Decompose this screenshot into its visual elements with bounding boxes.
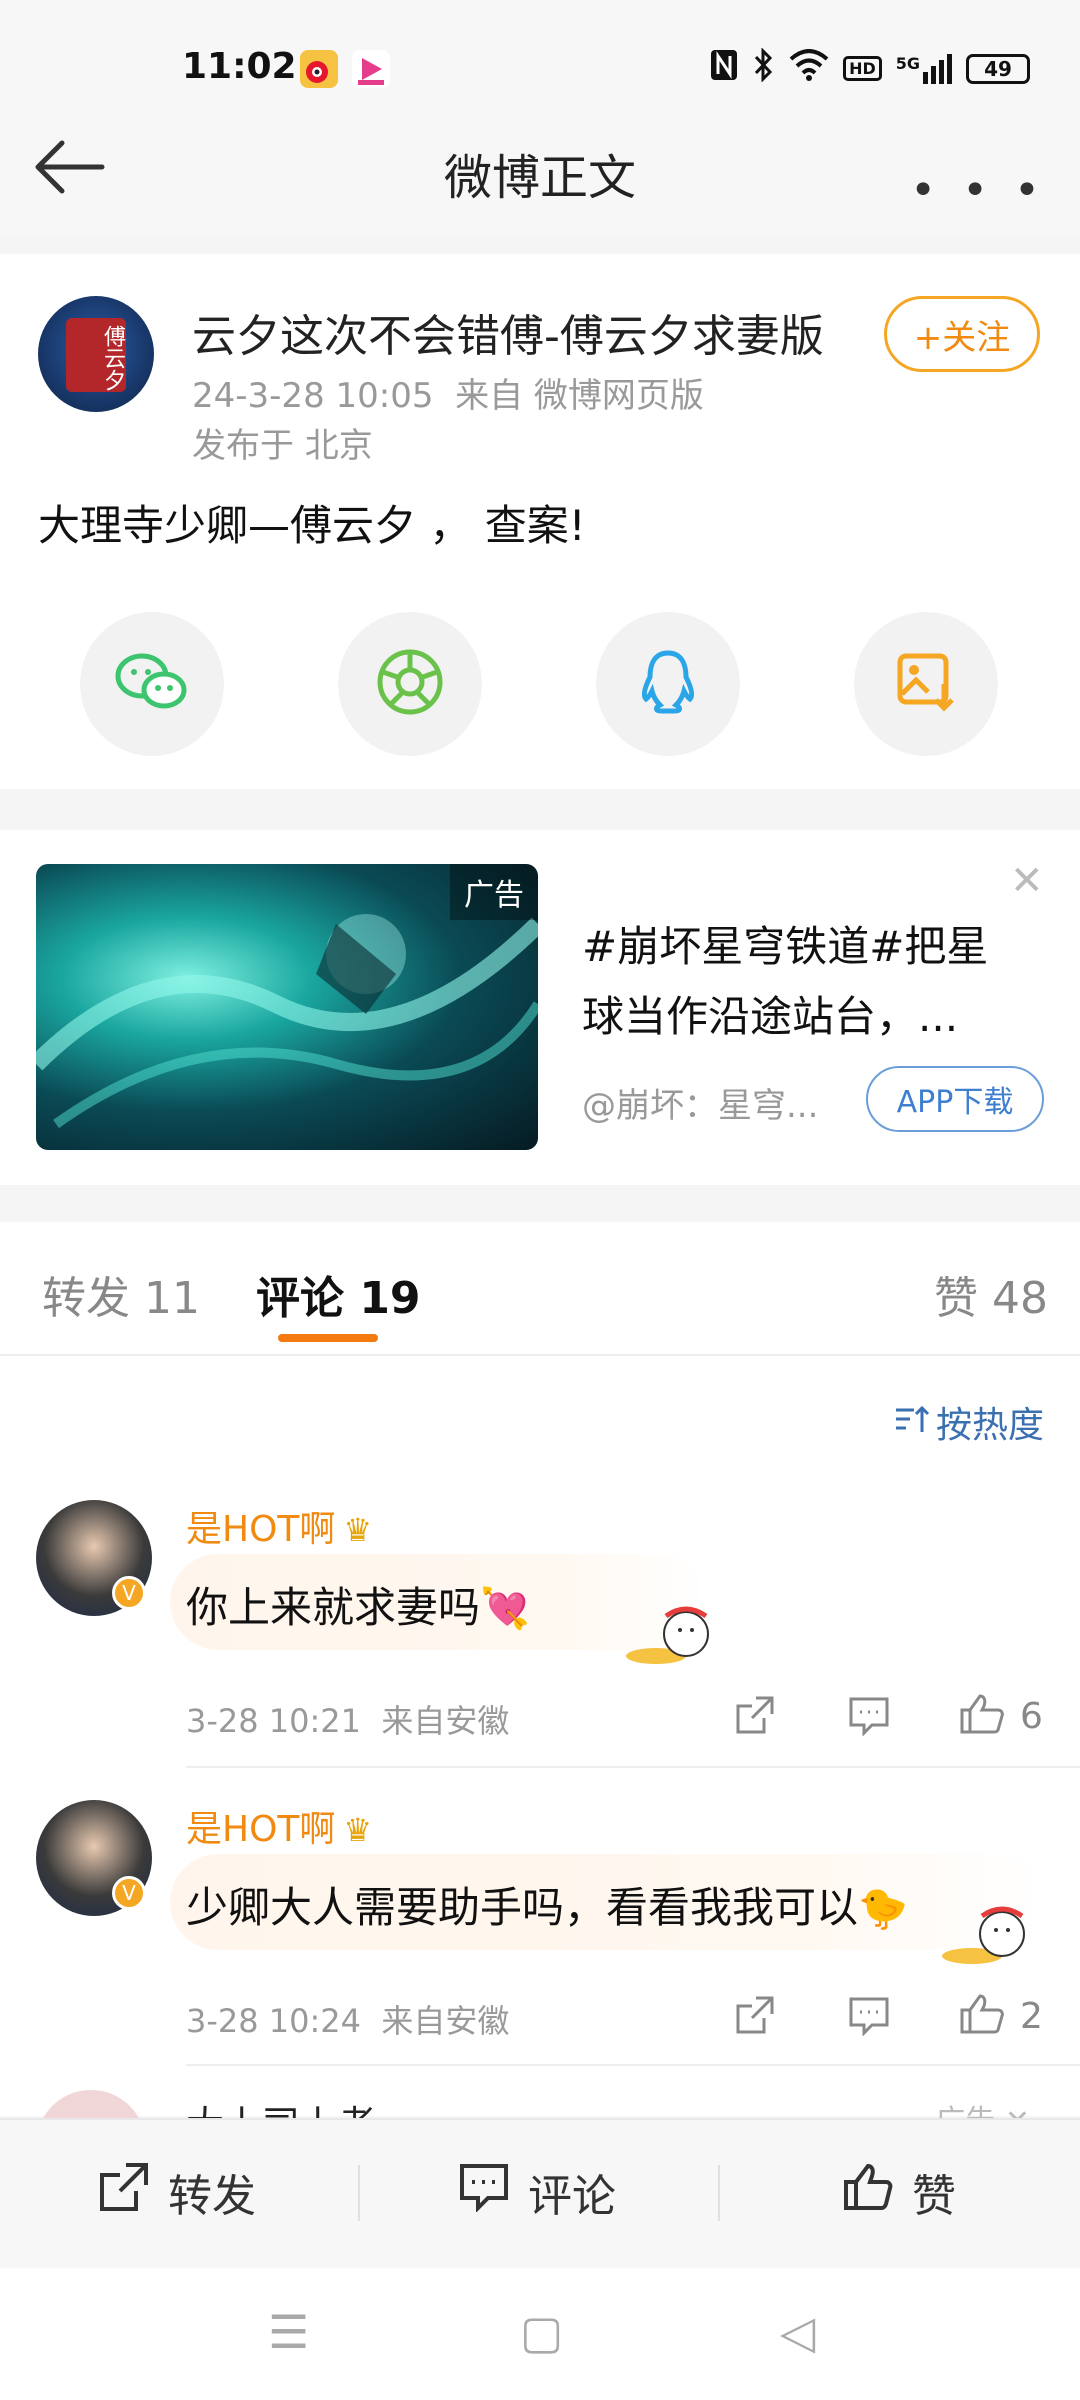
weibo-app-icon — [300, 50, 338, 88]
battery-indicator: 49 — [966, 53, 1030, 84]
repost-button[interactable]: 转发 — [98, 2160, 256, 2224]
chick-emoji: 🐤 — [858, 1886, 908, 1932]
thumbs-up-icon — [842, 2162, 894, 2223]
verified-badge-icon: V — [112, 1876, 146, 1910]
heart-arrow-emoji: 💘 — [480, 1586, 530, 1632]
tab-likes[interactable]: 赞 48 — [934, 1262, 1048, 1326]
more-options-icon[interactable]: • • • — [910, 165, 1046, 216]
qq-icon — [636, 647, 700, 721]
like-icon — [958, 1692, 1006, 1740]
comment-divider — [186, 2064, 1080, 2066]
comment-divider — [186, 1766, 1080, 1768]
ad-image[interactable]: 广告 — [36, 864, 538, 1150]
sort-button[interactable]: 按热度 — [894, 1396, 1044, 1448]
tab-repost[interactable]: 转发 11 — [42, 1262, 200, 1326]
author-name[interactable]: 云夕这次不会错傅-傅云夕求妻版 — [192, 300, 824, 364]
ad-close-icon[interactable]: ✕ — [1010, 858, 1044, 904]
comment-text[interactable]: 你上来就求妻吗💘 — [186, 1574, 530, 1635]
tab-active-indicator — [278, 1334, 378, 1342]
save-image-button[interactable] — [854, 612, 998, 756]
back-icon[interactable]: ◁ — [780, 2305, 815, 2359]
comment-icon — [458, 2162, 510, 2223]
comment-reply-icon[interactable] — [848, 1696, 890, 1740]
post-meta-location: 发布于 北京 — [192, 426, 373, 466]
wechat-icon — [114, 650, 190, 718]
nfc-icon — [709, 48, 739, 89]
share-qq-button[interactable] — [596, 612, 740, 756]
ad-title[interactable]: #崩坏星穹铁道#把星球当作沿途站台，... — [582, 912, 1012, 1052]
moments-icon — [375, 647, 445, 721]
bubble-decoration-icon — [912, 1898, 1042, 1972]
like-button[interactable]: 赞 — [842, 2160, 956, 2224]
ad-tag: 广告 — [450, 864, 538, 920]
comment-repost-icon[interactable] — [734, 1694, 776, 1740]
comment-meta: 3-28 10:24 来自安徽 — [186, 2002, 510, 2040]
status-right-icons: HD 5G 49 — [709, 47, 1030, 89]
app-download-button[interactable]: APP下载 — [866, 1066, 1044, 1132]
comment-like-button[interactable]: 6 — [958, 1692, 1043, 1740]
comment-text[interactable]: 少卿大人需要助手吗，看看我我可以🐤 — [186, 1874, 908, 1935]
crown-icon: ♛ — [343, 1511, 373, 1549]
sort-icon — [894, 1402, 930, 1443]
home-icon[interactable]: ▢ — [520, 2305, 563, 2359]
post-text: 大理寺少卿—傅云夕 ， 查案! — [38, 501, 586, 550]
like-icon — [958, 1992, 1006, 2040]
signal-icon: 5G — [896, 53, 952, 84]
commenter-name[interactable]: 是HOT啊 ♛ — [186, 1800, 372, 1852]
save-image-icon — [894, 650, 958, 718]
status-time: 11:02 — [182, 46, 297, 87]
bluetooth-icon — [753, 47, 775, 89]
comment-meta: 3-28 10:21 来自安徽 — [186, 1702, 510, 1740]
wifi-icon — [789, 49, 829, 88]
hd-badge: HD — [843, 56, 882, 81]
verified-badge-icon: V — [112, 1576, 146, 1610]
crown-icon: ♛ — [343, 1811, 373, 1849]
avatar-seal: 傅云夕 — [66, 318, 126, 392]
tab-comments[interactable]: 评论 19 — [256, 1262, 421, 1326]
follow-button[interactable]: +关注 — [884, 296, 1040, 372]
menu-icon[interactable]: ☰ — [268, 2305, 309, 2359]
comment-repost-icon[interactable] — [734, 1994, 776, 2040]
video-app-icon — [352, 50, 390, 88]
comment-button[interactable]: 评论 — [458, 2160, 616, 2224]
repost-icon — [98, 2161, 150, 2224]
post-meta-time: 24-3-28 10:05 来自 微博网页版 — [192, 376, 704, 416]
comment-reply-icon[interactable] — [848, 1996, 890, 2040]
share-moments-button[interactable] — [338, 612, 482, 756]
ad-source: @崩坏：星穹... — [582, 1086, 819, 1126]
bar-separator — [358, 2165, 360, 2221]
comment-like-button[interactable]: 2 — [958, 1992, 1043, 2040]
bubble-decoration-icon — [596, 1598, 726, 1672]
share-wechat-button[interactable] — [80, 612, 224, 756]
bar-separator — [718, 2165, 720, 2221]
comments-section — [0, 1356, 1080, 2116]
commenter-name[interactable]: 是HOT啊 ♛ — [186, 1500, 372, 1552]
author-avatar[interactable]: 傅云夕 — [38, 296, 154, 412]
